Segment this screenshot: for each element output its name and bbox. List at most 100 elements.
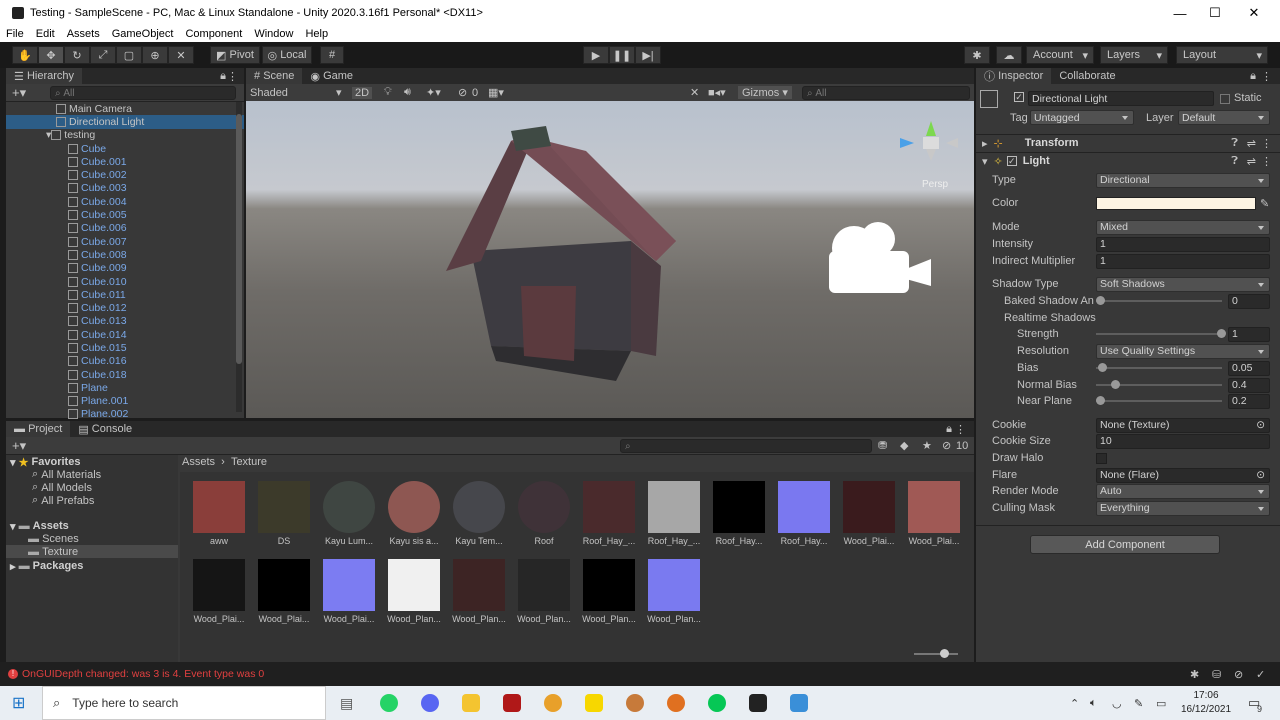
more-icon[interactable]: ⋮ [955, 423, 966, 436]
scrollbar-thumb[interactable] [236, 114, 242, 364]
scene-search-input[interactable]: ⌕ All [802, 86, 970, 100]
folder-scenes[interactable]: ▬ Scenes [28, 532, 79, 545]
slider-knob[interactable] [1096, 296, 1105, 305]
transform-tool-icon[interactable]: ⊕ [142, 46, 168, 64]
tab-inspector[interactable]: ⓘ Inspector [976, 68, 1052, 84]
hierarchy-item[interactable]: Cube.002 [6, 168, 244, 181]
object-name-field[interactable]: Directional Light [1028, 91, 1214, 106]
close-button[interactable]: ✕ [1234, 0, 1274, 26]
hierarchy-item[interactable]: Cube.005 [6, 208, 244, 221]
blender-icon[interactable] [667, 694, 685, 712]
tab-hierarchy[interactable]: ☰ Hierarchy [6, 68, 83, 84]
fav-all-models[interactable]: ⌕ All Models [32, 481, 92, 494]
render-mode-dropdown[interactable]: Auto [1096, 483, 1270, 499]
menu-assets[interactable]: Assets [61, 28, 106, 40]
local-button[interactable]: ◎ Local [262, 46, 312, 64]
line-icon[interactable] [708, 694, 726, 712]
step-button-icon[interactable]: ▶| [635, 46, 661, 64]
hidden-objects-icon[interactable]: ⊘ [458, 86, 467, 99]
orientation-gizmo[interactable] [900, 121, 958, 161]
tab-collaborate[interactable]: Collaborate [1051, 68, 1123, 84]
collab-icon[interactable]: ✱ [964, 46, 990, 64]
near-plane-field[interactable]: 0.2 [1228, 393, 1270, 409]
texture-thumbnail[interactable]: Wood_Plai... [252, 559, 316, 624]
object-picker-icon[interactable]: ⊙ [1256, 419, 1265, 431]
hierarchy-item[interactable]: Cube.012 [6, 301, 244, 314]
texture-thumbnail[interactable]: Wood_Plai... [317, 559, 381, 624]
baked-slider[interactable] [1096, 296, 1222, 305]
unity-taskbar-icon[interactable] [749, 694, 767, 712]
scene-viewport[interactable]: Persp [246, 101, 974, 418]
texture-thumbnail[interactable]: DS [252, 481, 316, 546]
texture-thumbnail[interactable]: Roof [512, 481, 576, 546]
texture-thumbnail[interactable]: Kayu Tem... [447, 481, 511, 546]
texture-thumbnail[interactable]: Roof_Hay_... [577, 481, 641, 546]
help-icon[interactable]: ❓︎ [1231, 155, 1238, 168]
bias-slider[interactable] [1096, 363, 1222, 372]
hidden-packages-icon[interactable]: ⊘ [942, 439, 951, 452]
windows-start-icon[interactable]: ⊞ [12, 693, 25, 713]
hierarchy-item[interactable]: Cube.004 [6, 195, 244, 208]
move-tool-icon[interactable]: ✥ [38, 46, 64, 64]
light-header[interactable]: ▾ ✧ ✓ Light ❓︎ ⇌ ⋮ [976, 152, 1280, 169]
assets-header[interactable]: ▾ ▬ Assets [10, 519, 69, 533]
projection-label[interactable]: Persp [922, 179, 948, 190]
packages-header[interactable]: ▸ ▬ Packages [10, 559, 83, 573]
slider-knob[interactable] [1096, 396, 1105, 405]
texture-thumbnail[interactable]: Roof_Hay_... [642, 481, 706, 546]
shadow-type-dropdown[interactable]: Soft Shadows [1096, 276, 1270, 292]
hierarchy-item[interactable]: Cube [6, 142, 244, 155]
color-swatch[interactable] [1096, 196, 1256, 210]
static-checkbox[interactable] [1220, 94, 1230, 104]
fav-all-prefabs[interactable]: ⌕ All Prefabs [32, 494, 94, 507]
play-button-icon[interactable]: ▶ [583, 46, 609, 64]
favorites-header[interactable]: ▾ ★ Favorites [10, 455, 80, 469]
transform-header[interactable]: ▸ ⊹ Transform ❓︎ ⇌ ⋮ [976, 134, 1280, 151]
hierarchy-item[interactable]: Cube.013 [6, 315, 244, 328]
texture-thumbnail[interactable]: Wood_Plan... [447, 559, 511, 624]
minimize-button[interactable]: — [1160, 0, 1200, 26]
static-label[interactable]: Static [1234, 92, 1262, 104]
texture-thumbnail[interactable]: Roof_Hay... [707, 481, 771, 546]
hierarchy-item[interactable]: Plane.001 [6, 395, 244, 408]
cache-icon[interactable]: ⛁ [1212, 668, 1221, 681]
slider-knob[interactable] [1217, 329, 1226, 338]
rect-tool-icon[interactable]: ▢ [116, 46, 142, 64]
help-icon[interactable]: ❓︎ [1231, 137, 1238, 150]
culling-dropdown[interactable]: Everything [1096, 500, 1270, 516]
effects-icon[interactable]: ✦▾ [426, 86, 441, 99]
more-icon[interactable]: ⋮ [1261, 137, 1272, 150]
camera-icon[interactable]: ■◂▾ [708, 86, 726, 99]
hierarchy-item[interactable]: Cube.016 [6, 355, 244, 368]
texture-thumbnail[interactable]: aww [187, 481, 251, 546]
resolution-dropdown[interactable]: Use Quality Settings [1096, 343, 1270, 359]
task-view-icon[interactable]: ▤ [340, 695, 353, 712]
hierarchy-scrollbar[interactable] [236, 102, 242, 412]
hierarchy-item[interactable]: Cube.010 [6, 275, 244, 288]
hierarchy-item[interactable]: Cube.007 [6, 235, 244, 248]
settings-icon[interactable]: ⇌ [1247, 155, 1256, 168]
audio-icon[interactable]: 🔊︎ [404, 86, 411, 99]
fav-all-materials[interactable]: ⌕ All Materials [32, 468, 101, 481]
project-search-input[interactable]: ⌕ [620, 439, 872, 453]
lock-icon[interactable]: 🔒︎ [1250, 70, 1256, 83]
bias-field[interactable]: 0.05 [1228, 360, 1270, 376]
near-plane-slider[interactable] [1096, 396, 1222, 405]
hierarchy-item[interactable]: Main Camera [6, 102, 244, 115]
hierarchy-search-input[interactable]: ⌕ All [50, 86, 236, 100]
baked-field[interactable]: 0 [1228, 293, 1270, 309]
hierarchy-item[interactable]: Cube.011 [6, 288, 244, 301]
pause-button-icon[interactable]: ❚❚ [609, 46, 635, 64]
layer-dropdown[interactable]: Default [1178, 110, 1270, 125]
rotate-tool-icon[interactable]: ↻ [64, 46, 90, 64]
file-explorer-icon[interactable] [462, 694, 480, 712]
more-icon[interactable]: ⋮ [1261, 70, 1272, 83]
layers-dropdown[interactable]: Layers ▾ [1100, 46, 1168, 64]
texture-thumbnail[interactable]: Roof_Hay... [772, 481, 836, 546]
photos-icon[interactable] [790, 694, 808, 712]
indirect-field[interactable]: 1 [1096, 253, 1270, 269]
hierarchy-item[interactable]: Plane [6, 381, 244, 394]
mode-dropdown[interactable]: Mixed [1096, 219, 1270, 235]
light-enabled-checkbox[interactable]: ✓ [1006, 156, 1017, 166]
hierarchy-item[interactable]: Cube.001 [6, 155, 244, 168]
